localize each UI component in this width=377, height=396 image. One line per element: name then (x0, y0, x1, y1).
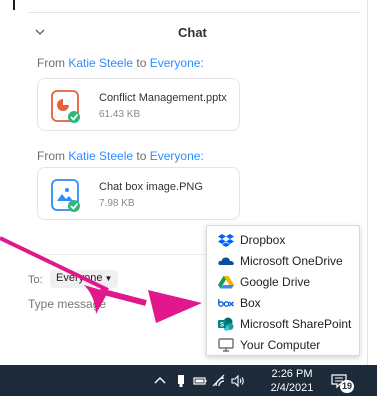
recipient-name[interactable]: Everyone: (150, 149, 204, 163)
menu-label: Box (240, 296, 261, 310)
recipient-dropdown[interactable]: Everyone ▼ (50, 270, 119, 288)
system-clock[interactable]: 2:26 PM 2/4/2021 (264, 367, 320, 395)
menu-label: Google Drive (240, 275, 311, 289)
share-file-menu: Dropbox Microsoft OneDrive Google Drive (206, 225, 360, 356)
message-input[interactable] (28, 295, 118, 313)
recipient-name[interactable]: Everyone: (150, 56, 204, 70)
menu-label: Dropbox (240, 233, 286, 247)
clock-time: 2:26 PM (271, 368, 313, 380)
to-word: to (133, 56, 150, 70)
scrollbar-track[interactable] (367, 0, 377, 365)
usb-device-icon[interactable] (174, 374, 188, 388)
sharepoint-icon: S (218, 317, 234, 331)
file-size: 61.43 KB (99, 109, 141, 120)
image-file-icon (51, 179, 80, 212)
menu-item-dropbox[interactable]: Dropbox (207, 230, 361, 250)
sender-name[interactable]: Katie Steele (68, 56, 133, 70)
from-prefix: From (37, 56, 69, 70)
box-icon (218, 299, 234, 307)
message-sender-line: From Katie Steele to Everyone: (37, 149, 204, 163)
dropbox-icon (218, 234, 234, 247)
file-attachment-card[interactable]: Chat box image.PNG 7.98 KB (37, 167, 240, 220)
file-size: 7.98 KB (99, 198, 135, 209)
recipient-value: Everyone (56, 272, 103, 284)
file-name: Chat box image.PNG (99, 181, 203, 193)
menu-item-onedrive[interactable]: Microsoft OneDrive (207, 251, 361, 271)
from-prefix: From (37, 149, 69, 163)
speaker-icon[interactable] (231, 374, 245, 388)
menu-item-your-computer[interactable]: Your Computer (207, 335, 361, 355)
windows-taskbar: 2:26 PM 2/4/2021 19 (0, 365, 377, 396)
notification-count-badge: 19 (340, 380, 354, 393)
menu-item-sharepoint[interactable]: S Microsoft SharePoint (207, 314, 361, 334)
wifi-icon[interactable] (212, 374, 226, 388)
zoom-chat-screen: Chat From Katie Steele to Everyone: Conf… (0, 0, 377, 396)
panel-edge (13, 0, 15, 10)
computer-icon (218, 338, 234, 352)
menu-item-box[interactable]: Box (207, 293, 361, 313)
menu-label: Microsoft SharePoint (240, 317, 352, 331)
file-attachment-card[interactable]: Conflict Management.pptx 61.43 KB (37, 78, 240, 131)
chevron-down-icon: ▼ (104, 274, 113, 283)
google-drive-icon (218, 276, 234, 289)
battery-icon[interactable] (193, 374, 207, 388)
to-label: To: (28, 274, 43, 286)
chat-header: Chat (28, 20, 360, 46)
file-name: Conflict Management.pptx (99, 92, 227, 104)
menu-item-google-drive[interactable]: Google Drive (207, 272, 361, 292)
message-sender-line: From Katie Steele to Everyone: (37, 56, 204, 70)
onedrive-icon (218, 257, 234, 265)
menu-label: Your Computer (240, 338, 321, 352)
chevron-up-icon[interactable] (153, 374, 167, 388)
top-divider (28, 12, 360, 13)
chat-title: Chat (178, 25, 207, 40)
clock-date: 2/4/2021 (270, 382, 314, 394)
menu-label: Microsoft OneDrive (240, 254, 343, 268)
sender-name[interactable]: Katie Steele (68, 149, 133, 163)
to-word: to (133, 149, 150, 163)
pptx-file-icon (51, 90, 80, 123)
svg-text:S: S (220, 323, 224, 329)
